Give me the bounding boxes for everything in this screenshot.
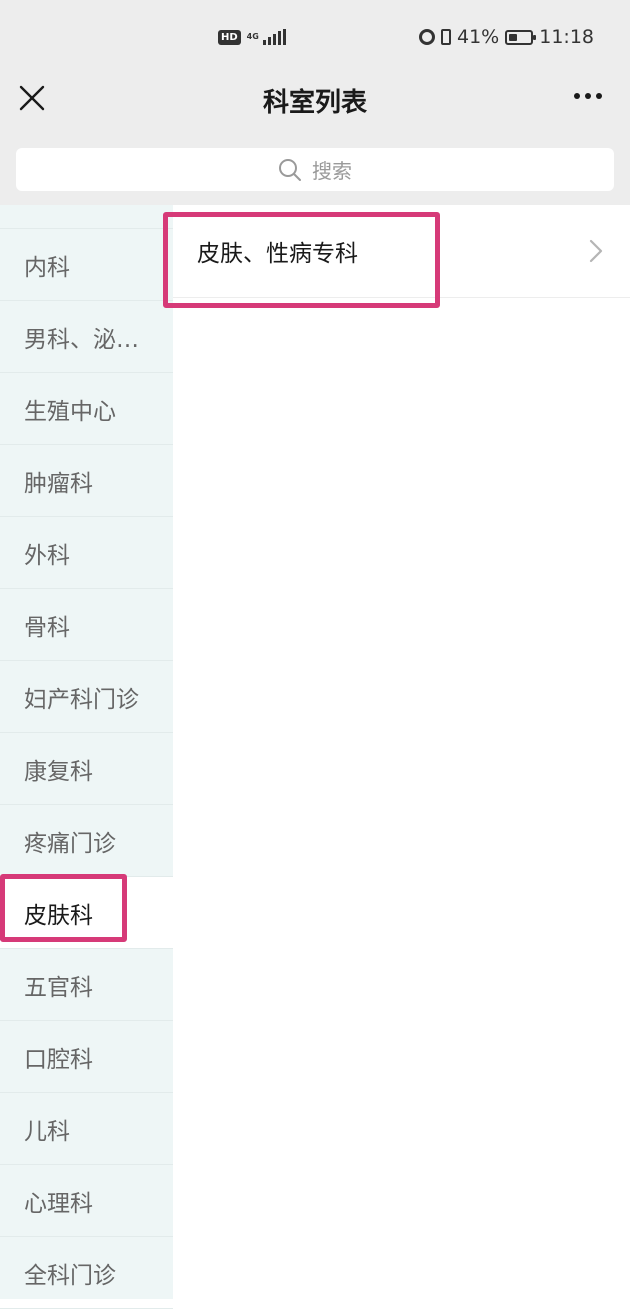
network-type: 4G bbox=[246, 32, 259, 41]
status-bar: HD 4G 41% 11:18 bbox=[0, 0, 630, 70]
sidebar-item-label: 口腔科 bbox=[24, 1046, 93, 1073]
sidebar-item-label: 生殖中心 bbox=[24, 398, 116, 425]
sidebar-item-label: 男科、泌尿外科 bbox=[24, 326, 154, 353]
status-right: 41% 11:18 bbox=[419, 24, 594, 50]
page-title: 科室列表 bbox=[262, 88, 367, 118]
search-placeholder: 搜索 bbox=[312, 159, 352, 183]
alarm-icon bbox=[419, 29, 435, 45]
search-icon bbox=[279, 158, 301, 181]
sidebar-item[interactable]: 心理科 bbox=[0, 1165, 173, 1237]
sidebar-item[interactable]: 骨科 bbox=[0, 589, 173, 661]
more-icon bbox=[574, 93, 580, 99]
sidebar-item-label: 内科 bbox=[24, 254, 70, 281]
battery-percent: 41% bbox=[457, 26, 500, 48]
sidebar-item[interactable]: 生殖中心 bbox=[0, 373, 173, 445]
sidebar-item-label: 五官科 bbox=[24, 974, 93, 1001]
sidebar-item[interactable]: 五官科 bbox=[0, 949, 173, 1021]
sidebar-item[interactable]: 康复科 bbox=[0, 733, 173, 805]
department-sidebar: 内科男科、泌尿外科生殖中心肿瘤科外科骨科妇产科门诊康复科疼痛门诊皮肤科五官科口腔… bbox=[0, 205, 173, 1309]
sidebar-item-label: 骨科 bbox=[24, 614, 70, 641]
sidebar-item[interactable]: 儿科 bbox=[0, 1093, 173, 1165]
sidebar-item[interactable]: 疼痛门诊 bbox=[0, 805, 173, 877]
hd-badge: HD bbox=[218, 29, 241, 45]
search-area: 搜索 bbox=[0, 135, 630, 205]
search-input[interactable]: 搜索 bbox=[16, 148, 614, 191]
network-indicators: HD 4G bbox=[218, 25, 286, 49]
sidebar-item[interactable]: 妇产科门诊 bbox=[0, 661, 173, 733]
highlight-box bbox=[0, 874, 127, 942]
sidebar-item[interactable]: 内科 bbox=[0, 229, 173, 301]
sidebar-item-label: 康复科 bbox=[24, 758, 93, 785]
chevron-right-icon bbox=[584, 239, 608, 263]
clock: 11:18 bbox=[539, 26, 594, 48]
sidebar-item[interactable]: 全科门诊 bbox=[0, 1237, 173, 1309]
vibrate-icon bbox=[441, 29, 451, 45]
sidebar-item-label: 肿瘤科 bbox=[24, 470, 93, 497]
nav-bar: 科室列表 bbox=[0, 70, 630, 135]
sidebar-item-label: 心理科 bbox=[24, 1190, 93, 1217]
sidebar-item-label: 外科 bbox=[24, 542, 70, 569]
sidebar-item-label: 儿科 bbox=[24, 1118, 70, 1145]
battery-icon bbox=[505, 29, 537, 45]
sidebar-item[interactable]: 肿瘤科 bbox=[0, 445, 173, 517]
sidebar-item-label: 妇产科门诊 bbox=[24, 686, 139, 713]
highlight-box bbox=[163, 212, 440, 308]
sidebar-item[interactable]: 口腔科 bbox=[0, 1021, 173, 1093]
more-button[interactable] bbox=[568, 82, 608, 110]
sub-department-list: 皮肤、性病专科 bbox=[173, 205, 630, 1299]
sidebar-spacer bbox=[0, 205, 173, 229]
sidebar-item[interactable]: 外科 bbox=[0, 517, 173, 589]
sidebar-item-label: 全科门诊 bbox=[24, 1262, 116, 1289]
sidebar-item-label: 疼痛门诊 bbox=[24, 830, 116, 857]
signal-icon bbox=[262, 29, 286, 45]
sidebar-item[interactable]: 男科、泌尿外科 bbox=[0, 301, 173, 373]
